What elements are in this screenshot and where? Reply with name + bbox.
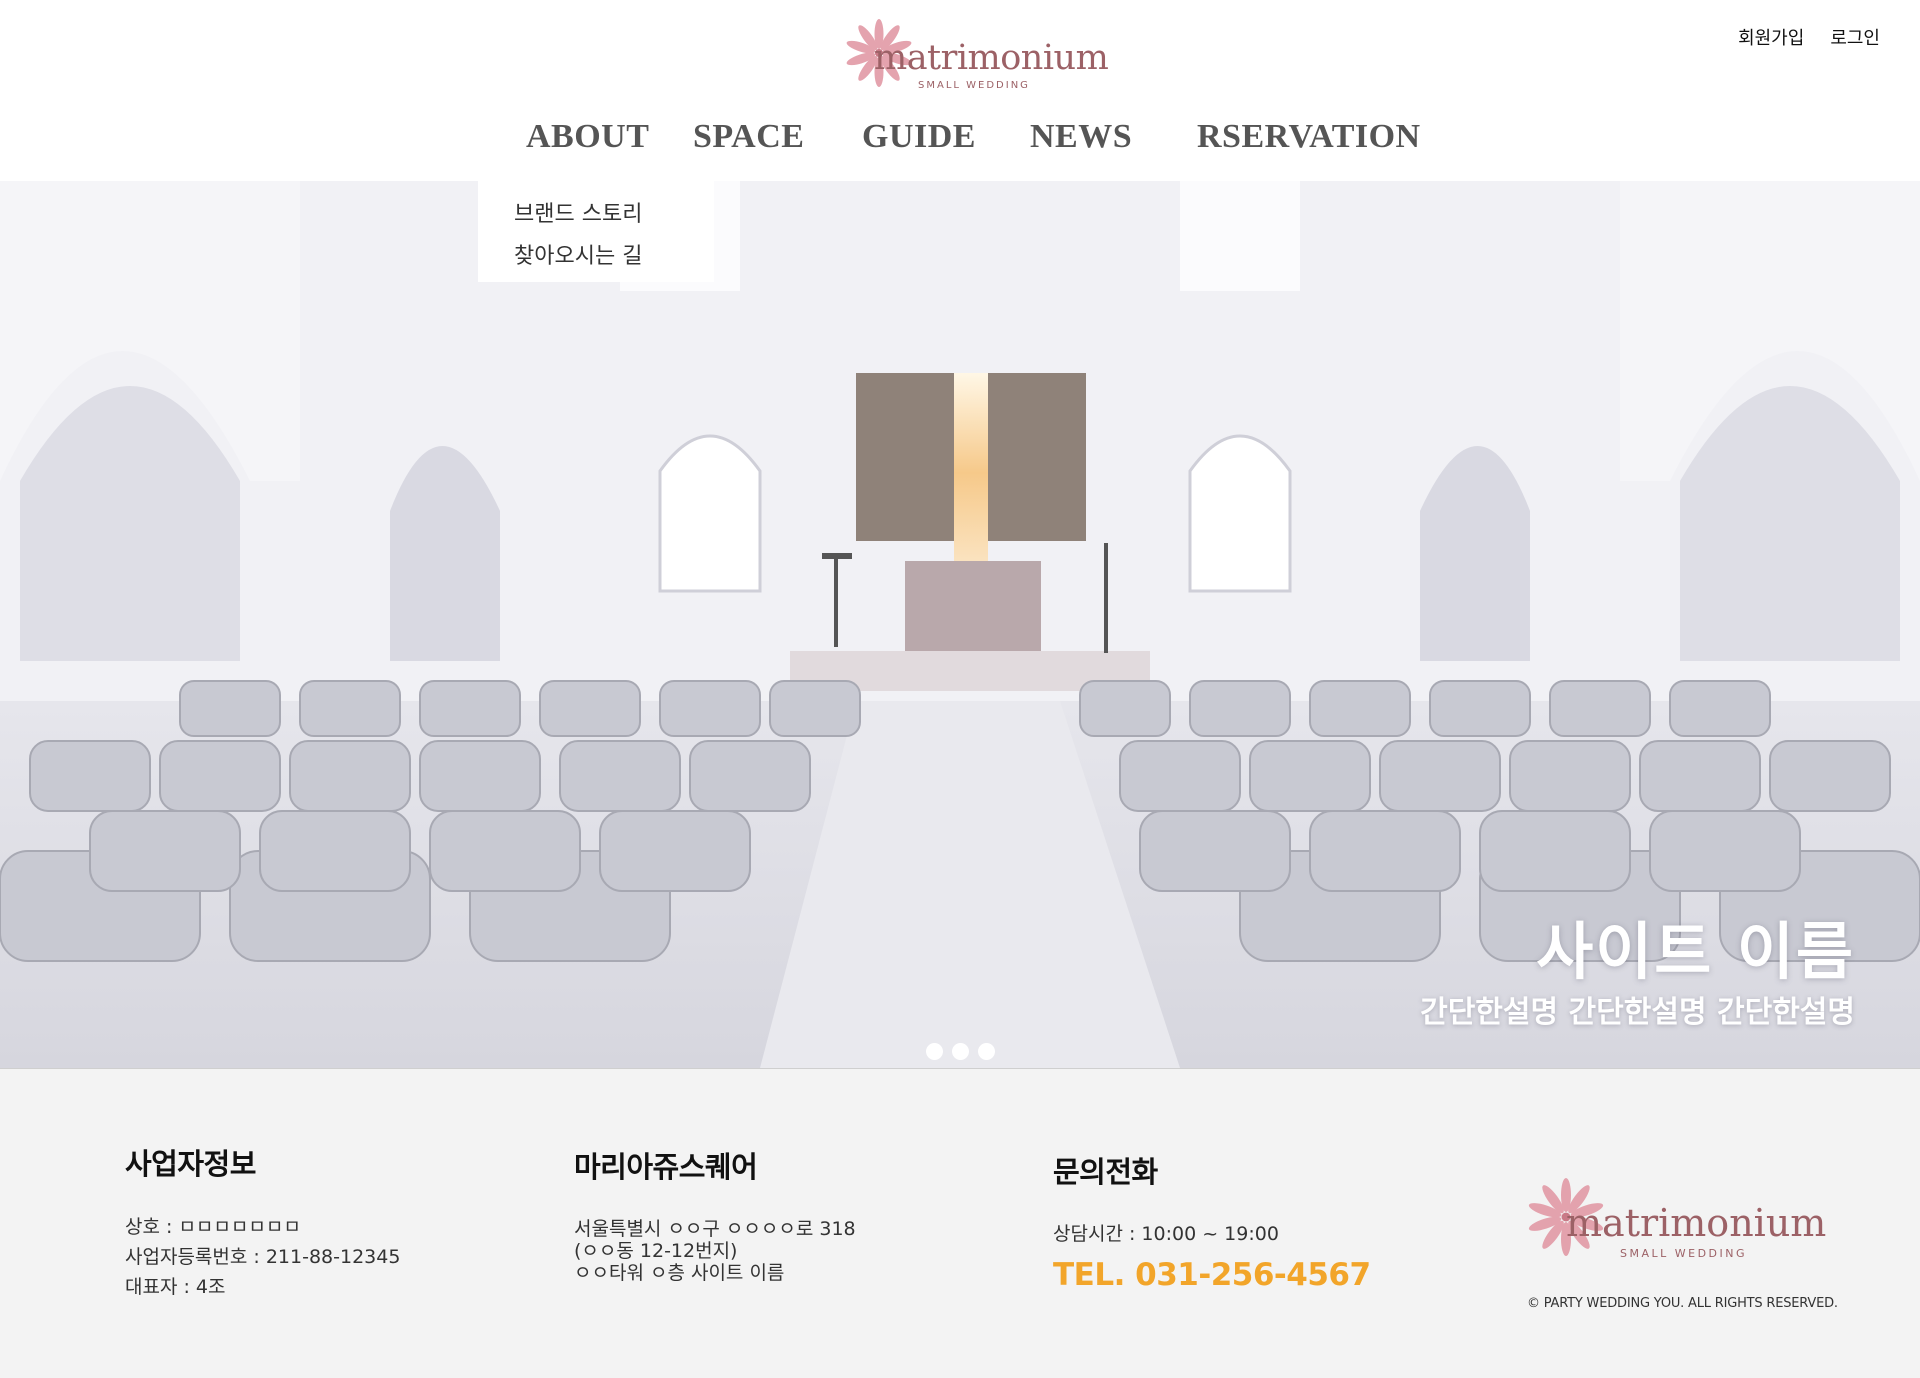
footer-phone[interactable]: TEL. 031-256-4567: [1053, 1257, 1371, 1293]
copyright-text: © PARTY WEDDING YOU. ALL RIGHTS RESERVED…: [1527, 1296, 1838, 1311]
site-logo[interactable]: matrimonium SMALL WEDDING: [842, 16, 1109, 96]
footer-heading: 마리아쥬스퀘어: [574, 1150, 758, 1184]
footer-logo: matrimonium SMALL WEDDING: [1524, 1175, 1844, 1275]
logo-tagline: SMALL WEDDING: [918, 80, 1030, 91]
hero-slider: 사이트 이름 간단한설명 간단한설명 간단한설명: [0, 181, 1920, 1068]
slider-dot[interactable]: [978, 1043, 995, 1060]
footer-heading: 문의전화: [1053, 1155, 1158, 1189]
hero-description: 간단한설명 간단한설명 간단한설명: [1420, 995, 1855, 1030]
nav-item-reservation[interactable]: RSERVATION: [1197, 118, 1421, 156]
hero-title: 사이트 이름: [1536, 915, 1855, 988]
nav-item-space[interactable]: SPACE: [693, 118, 804, 156]
slider-dot[interactable]: [952, 1043, 969, 1060]
nav-item-about[interactable]: ABOUT: [526, 118, 649, 156]
site-header: matrimonium SMALL WEDDING 회원가입 로그인 ABOUT…: [0, 0, 1920, 181]
nav-item-news[interactable]: NEWS: [1030, 118, 1132, 156]
login-link[interactable]: 로그인: [1830, 24, 1880, 50]
nav-item-guide[interactable]: GUIDE: [862, 118, 976, 156]
signup-link[interactable]: 회원가입: [1738, 24, 1804, 50]
logo-wordmark: matrimonium: [874, 38, 1109, 78]
slider-pagination: [926, 1043, 995, 1060]
slider-dot[interactable]: [926, 1043, 943, 1060]
footer-text: ㅇㅇ타워 ㅇ층 사이트 이름: [574, 1262, 785, 1284]
logo-wordmark: matrimonium: [1566, 1201, 1827, 1245]
footer-text: 사업자등록번호 : 211-88-12345: [125, 1246, 401, 1268]
footer-hours: 상담시간 : 10:00 ~ 19:00: [1053, 1223, 1279, 1245]
dropdown-item-directions[interactable]: 찾아오시는 길: [514, 236, 714, 278]
logo-tagline: SMALL WEDDING: [1620, 1247, 1748, 1260]
main-nav: ABOUT SPACE GUIDE NEWS RSERVATION: [0, 118, 1920, 164]
site-footer: 사업자정보 상호 : ㅁㅁㅁㅁㅁㅁㅁ 사업자등록번호 : 211-88-1234…: [0, 1068, 1920, 1378]
footer-text: 상호 : ㅁㅁㅁㅁㅁㅁㅁ: [125, 1216, 301, 1238]
footer-text: 대표자 : 4조: [125, 1276, 226, 1298]
footer-heading: 사업자정보: [125, 1147, 256, 1181]
about-dropdown: 브랜드 스토리 찾아오시는 길: [478, 181, 714, 282]
account-links: 회원가입 로그인: [1738, 24, 1880, 50]
dropdown-item-brand-story[interactable]: 브랜드 스토리: [514, 194, 714, 236]
